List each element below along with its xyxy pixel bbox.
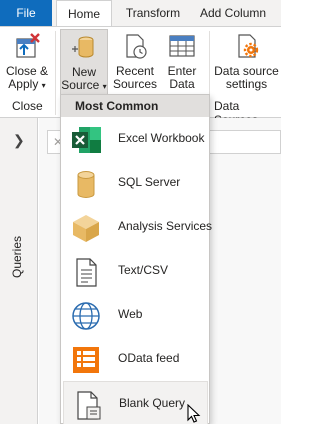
table-icon (169, 35, 195, 57)
blank-query-icon (77, 391, 101, 420)
data-source-settings-label-2: settings (225, 77, 268, 91)
data-source-settings-button[interactable]: Data source settings (212, 29, 281, 97)
queries-pane-label[interactable]: Queries (10, 236, 24, 278)
menu-item-label: Blank Query (119, 396, 186, 410)
queries-pane: ❯ Queries (0, 118, 38, 424)
menu-item-sql-server[interactable]: SQL Server (63, 161, 208, 205)
group-label-close: Close (12, 99, 43, 113)
data-source-settings-icon (237, 34, 258, 58)
close-apply-label-2: Apply ▾ (8, 77, 46, 91)
close-apply-icon (16, 33, 40, 58)
menu-item-odata-feed[interactable]: OData feed (63, 337, 208, 381)
cube-icon (73, 215, 99, 242)
new-source-label-2: Source ▾ (61, 78, 107, 92)
menu-item-label: Excel Workbook (118, 131, 205, 145)
expand-chevron-icon[interactable]: ❯ (13, 132, 25, 149)
globe-icon (72, 302, 100, 330)
menu-item-text-csv[interactable]: Text/CSV (63, 249, 208, 293)
menu-item-analysis-services[interactable]: Analysis Services (63, 205, 212, 249)
mouse-cursor-icon (187, 404, 201, 423)
tab-add-column[interactable]: Add Column (200, 0, 281, 26)
group-divider (55, 31, 56, 115)
database-icon (77, 171, 95, 198)
new-source-button[interactable]: New Source ▾ (60, 29, 108, 97)
ribbon-tab-strip: File Home Transform Add Column (0, 0, 281, 27)
menu-item-label: Web (118, 307, 143, 321)
tab-transform[interactable]: Transform (119, 0, 187, 26)
recent-sources-button[interactable]: Recent Sources ▾ (110, 29, 160, 103)
excel-icon (72, 127, 101, 153)
enter-data-button[interactable]: Enter Data (162, 29, 202, 97)
odata-icon (73, 347, 99, 373)
text-file-icon (76, 258, 97, 287)
menu-item-web[interactable]: Web (63, 293, 208, 337)
dropdown-section-header: Most Common (61, 95, 209, 117)
menu-item-label: SQL Server (118, 175, 181, 189)
recent-sources-icon (126, 34, 147, 59)
new-source-icon (72, 36, 94, 58)
menu-item-label: Text/CSV (118, 263, 169, 277)
menu-item-label: OData feed (118, 351, 180, 365)
new-source-dropdown: Most Common Excel Workbook SQL Server An… (60, 94, 212, 424)
menu-item-excel-workbook[interactable]: Excel Workbook (63, 117, 208, 161)
menu-item-label: Analysis Services (118, 219, 213, 233)
tab-file[interactable]: File (0, 0, 52, 26)
close-apply-button[interactable]: Close & Apply ▾ (2, 29, 52, 97)
tab-home[interactable]: Home (56, 0, 112, 27)
enter-data-label-2: Data (169, 77, 195, 91)
